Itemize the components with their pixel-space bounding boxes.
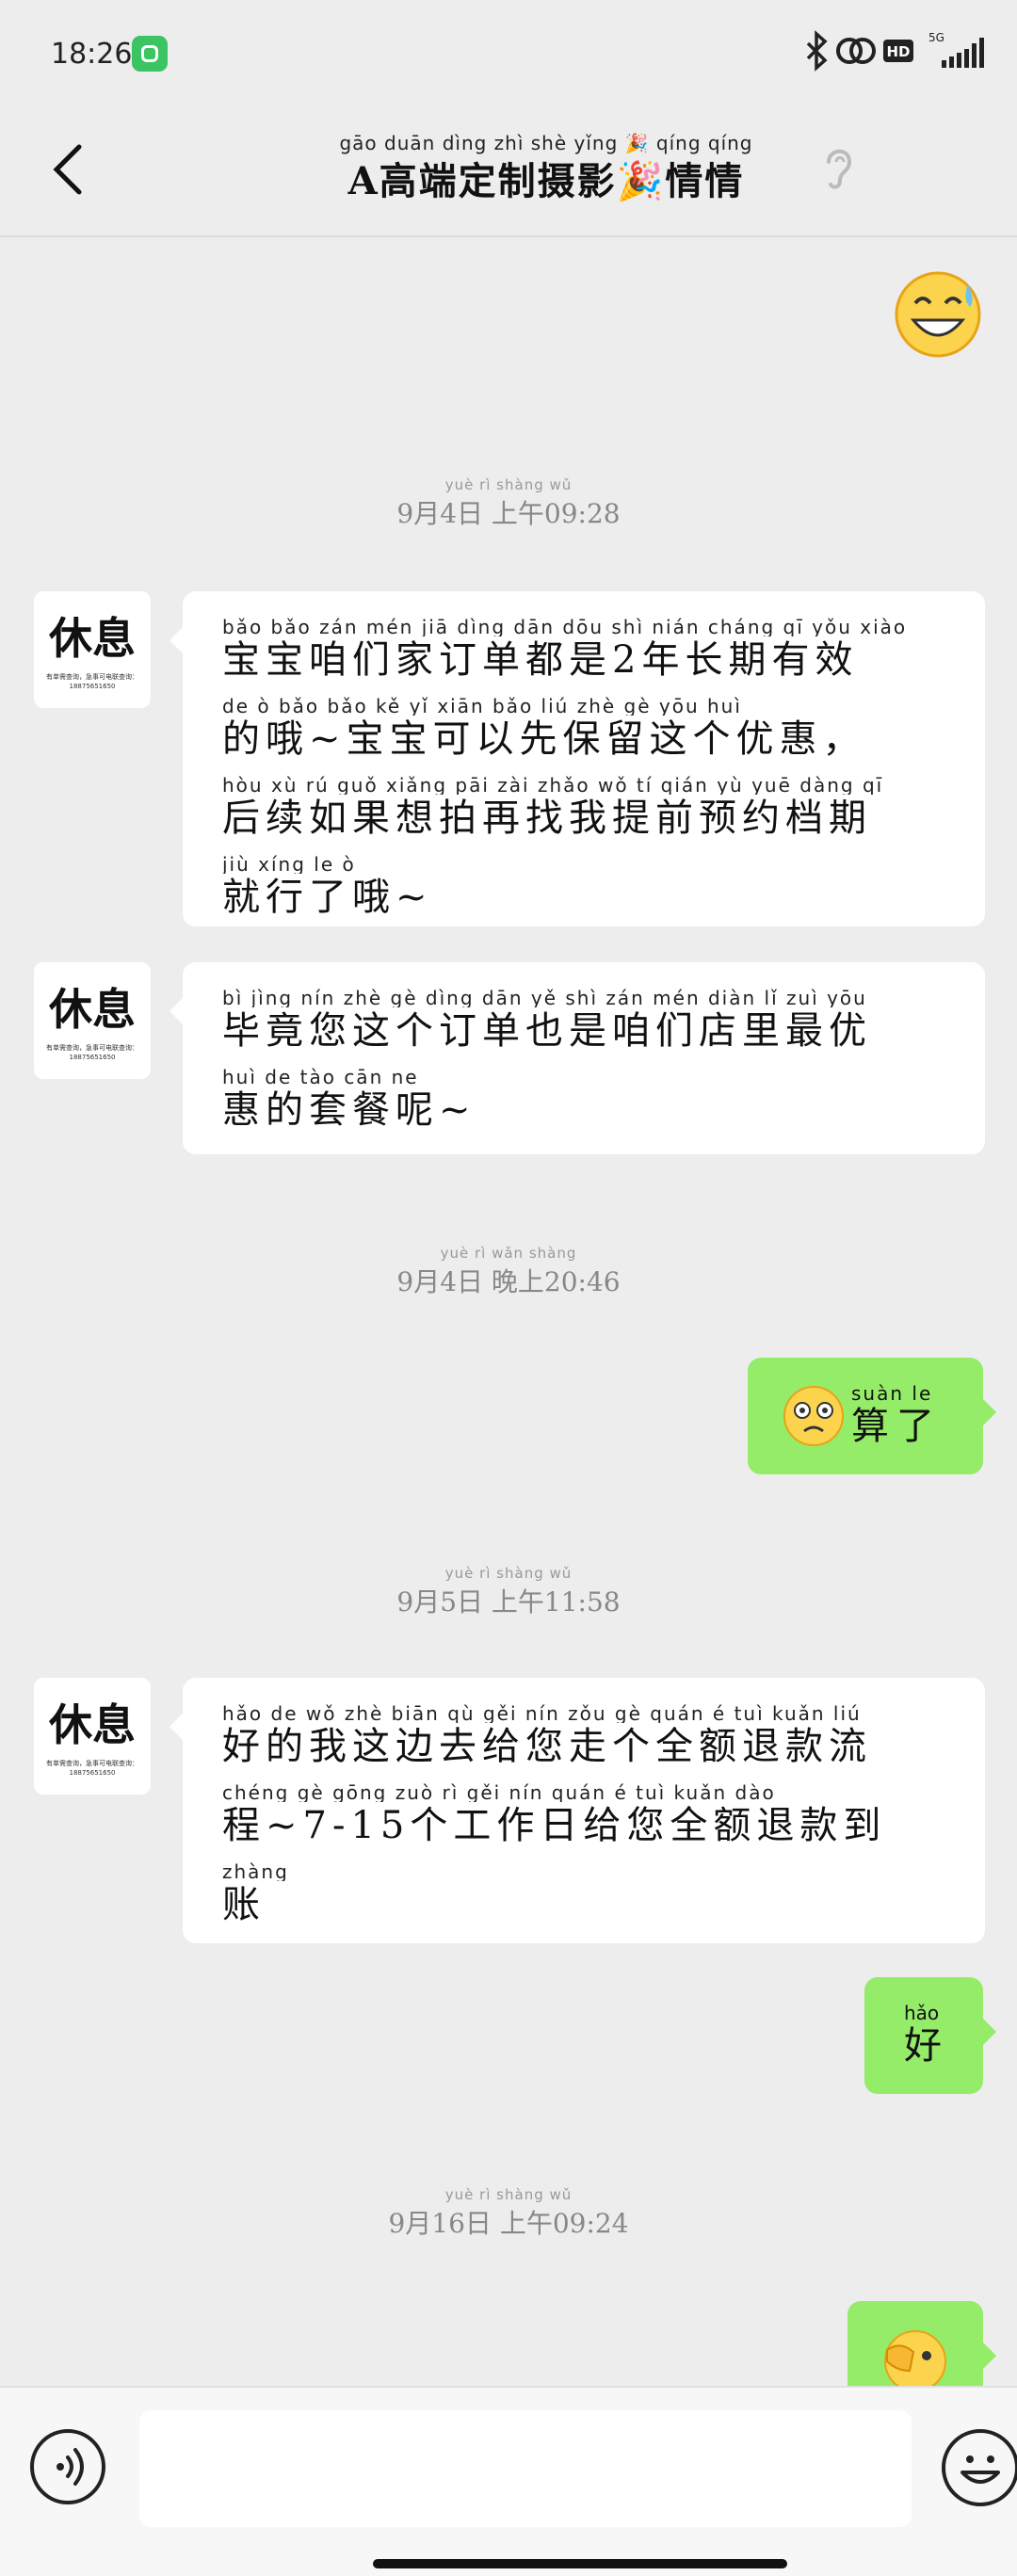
avatar[interactable]: 休息 有单需查询，急事可电联查询：18875651650 bbox=[34, 1678, 151, 1795]
message-text: bǎo bǎo zán mén jiā dìng dān dōu shì niá… bbox=[222, 618, 908, 919]
message-input[interactable] bbox=[139, 2410, 912, 2527]
message-text: bì jìng nín zhè gè dìng dān yě shì zán m… bbox=[222, 989, 872, 1132]
emoji-icon[interactable] bbox=[942, 2429, 1017, 2506]
avatar[interactable]: 休息 有单需查询，急事可电联查询：18875651650 bbox=[34, 962, 151, 1079]
message-bubble-outgoing[interactable]: suàn le 算了 bbox=[748, 1358, 996, 1474]
sticker-message[interactable] bbox=[891, 266, 985, 360]
tearful-face-emoji-icon bbox=[783, 1386, 844, 1446]
message-text: hǎo de wǒ zhè biān qù gěi nín zǒu gè quá… bbox=[222, 1704, 887, 1926]
timestamp: yuè rì shàng wǔ 9月16日 上午09:24 bbox=[388, 2186, 629, 2239]
message-bubble-incoming[interactable]: bì jìng nín zhè gè dìng dān yě shì zán m… bbox=[170, 962, 985, 1154]
timestamp: yuè rì wǎn shàng 9月4日 晚上20:46 bbox=[396, 1245, 621, 1297]
message-bubble-incoming[interactable]: hǎo de wǒ zhè biān qù gěi nín zǒu gè quá… bbox=[170, 1678, 985, 1943]
message-bubble-incoming[interactable]: bǎo bǎo zán mén jiā dìng dān dōu shì niá… bbox=[170, 591, 985, 926]
app-notification-icon bbox=[132, 36, 168, 72]
chat-title-text: A高端定制摄影🎉情情 bbox=[347, 159, 745, 203]
avatar[interactable]: 休息 有单需查询，急事可电联查询：18875651650 bbox=[34, 591, 151, 708]
header-divider bbox=[0, 235, 1017, 237]
svg-text:HD: HD bbox=[886, 43, 910, 60]
link-icon bbox=[836, 38, 876, 64]
chat-title: gāo duān dìng zhì shè yǐng 🎉 qíng qíng A… bbox=[301, 132, 791, 207]
network-label: 5G bbox=[928, 31, 944, 44]
home-indicator bbox=[373, 2559, 787, 2568]
status-time: 18:26 bbox=[51, 38, 133, 71]
message-text: suàn le 算了 bbox=[851, 1382, 942, 1448]
status-icons: HD 5G bbox=[806, 30, 984, 72]
signal-icon bbox=[942, 38, 984, 68]
message-text: hǎo 好 bbox=[904, 2002, 942, 2068]
bluetooth-icon bbox=[806, 30, 828, 72]
status-bar: 18:26 HD 5G bbox=[0, 0, 1017, 113]
timestamp: yuè rì shàng wǔ 9月4日 上午09:28 bbox=[396, 476, 621, 529]
grinning-sweat-emoji-icon bbox=[895, 271, 981, 358]
hd-badge: HD bbox=[883, 40, 913, 62]
back-arrow-icon[interactable] bbox=[47, 141, 89, 198]
voice-icon[interactable] bbox=[30, 2429, 105, 2504]
message-bubble-outgoing[interactable]: hǎo 好 bbox=[864, 1977, 996, 2094]
ear-icon[interactable] bbox=[819, 141, 857, 194]
timestamp: yuè rì shàng wǔ 9月5日 上午11:58 bbox=[396, 1565, 621, 1618]
